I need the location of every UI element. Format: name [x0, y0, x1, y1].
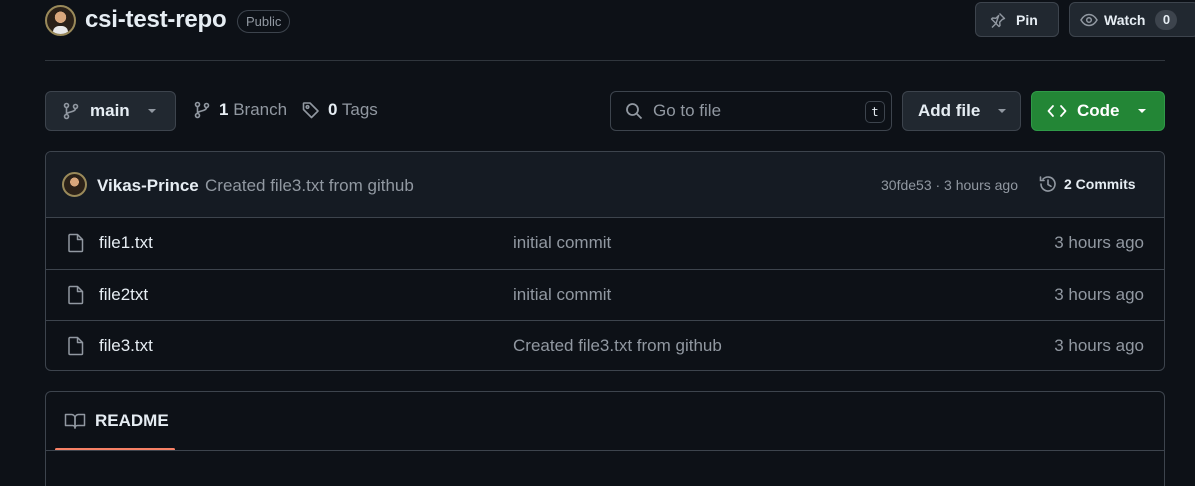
history-icon [1038, 174, 1058, 194]
git-branch-icon [193, 101, 211, 119]
visibility-badge: Public [237, 10, 291, 33]
branches-link[interactable]: 1 Branch [193, 100, 287, 120]
search-icon [625, 102, 643, 120]
avatar[interactable] [62, 172, 87, 197]
file-name[interactable]: file3.txt [99, 336, 153, 356]
file-icon [67, 336, 85, 356]
table-row[interactable]: file1.txt initial commit 3 hours ago [46, 218, 1164, 269]
search-placeholder: Go to file [653, 101, 722, 120]
book-icon [64, 412, 86, 430]
file-name[interactable]: file1.txt [99, 233, 153, 253]
file-commit-message[interactable]: initial commit [513, 285, 611, 305]
branch-name: main [90, 101, 130, 120]
watch-count: 0 [1155, 9, 1178, 30]
header-divider [45, 60, 1165, 61]
file-icon [67, 285, 85, 305]
branch-count: 1 [219, 100, 229, 119]
file-list: Vikas-Prince Created file3.txt from gith… [45, 151, 1165, 371]
commit-hash-time[interactable]: 30fde53 · 3 hours ago [881, 177, 1018, 193]
branch-label: Branch [233, 100, 288, 119]
watch-button[interactable]: Watch 0 [1069, 2, 1195, 37]
commits-link[interactable]: 2 Commits [1038, 174, 1136, 194]
eye-icon [1080, 12, 1098, 28]
code-icon [1047, 103, 1067, 119]
search-shortcut-key: t [865, 101, 885, 123]
code-label: Code [1077, 101, 1120, 120]
add-file-label: Add file [918, 101, 981, 120]
commit-message[interactable]: Created file3.txt from github [205, 176, 414, 196]
commit-author[interactable]: Vikas-Prince [97, 176, 199, 196]
file-commit-time: 3 hours ago [1054, 336, 1144, 355]
watch-label: Watch [1104, 11, 1146, 28]
file-commit-message[interactable]: Created file3.txt from github [513, 336, 722, 356]
repo-title[interactable]: csi-test-repo [85, 6, 227, 34]
commits-label: 2 Commits [1064, 176, 1136, 192]
branch-selector[interactable]: main [45, 91, 176, 131]
file-commit-time: 3 hours ago [1054, 285, 1144, 304]
table-row[interactable]: file3.txt Created file3.txt from github … [46, 320, 1164, 370]
readme-tab[interactable]: README [64, 411, 169, 431]
readme-tab-label: README [95, 411, 169, 430]
chevron-down-icon [1136, 107, 1148, 115]
tags-link[interactable]: 0 Tags [302, 100, 378, 120]
latest-commit-bar: Vikas-Prince Created file3.txt from gith… [46, 152, 1164, 218]
add-file-button[interactable]: Add file [902, 91, 1021, 131]
pin-label: Pin [1016, 11, 1038, 28]
tag-icon [302, 101, 320, 119]
readme-panel: README [45, 391, 1165, 486]
git-branch-icon [62, 102, 80, 120]
repo-owner-avatar[interactable] [45, 5, 76, 36]
pin-button[interactable]: Pin [975, 2, 1059, 37]
table-row[interactable]: file2txt initial commit 3 hours ago [46, 269, 1164, 320]
tag-count: 0 [328, 100, 338, 119]
chevron-down-icon [996, 107, 1008, 115]
code-button[interactable]: Code [1031, 91, 1165, 131]
file-commit-message[interactable]: initial commit [513, 233, 611, 253]
pin-icon [990, 12, 1006, 28]
file-icon [67, 233, 85, 253]
readme-divider [46, 450, 1164, 451]
file-name[interactable]: file2txt [99, 285, 148, 305]
tag-label: Tags [341, 100, 378, 119]
file-commit-time: 3 hours ago [1054, 233, 1144, 252]
go-to-file-input[interactable]: Go to file t [610, 91, 892, 131]
chevron-down-icon [146, 107, 158, 115]
